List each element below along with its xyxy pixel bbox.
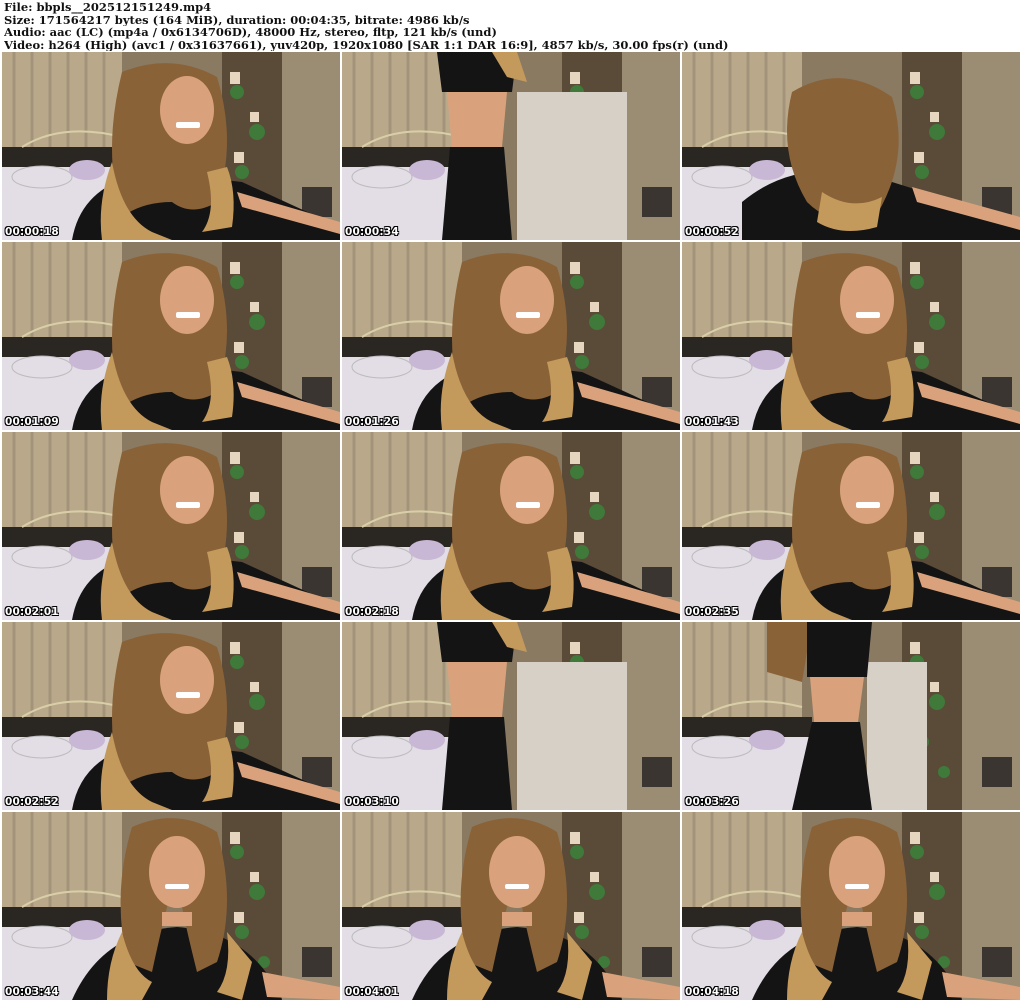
video-thumbnail: 00:03:10: [342, 622, 680, 810]
video-thumbnail: 00:02:35: [682, 432, 1020, 620]
video-thumbnail: 00:01:09: [2, 242, 340, 430]
video-thumbnail: 00:00:18: [2, 52, 340, 240]
thumbnail-timestamp: 00:04:18: [685, 986, 739, 998]
thumbnail-image: [682, 812, 1020, 1000]
thumbnail-timestamp: 00:02:18: [345, 606, 399, 618]
thumbnail-image: [342, 812, 680, 1000]
video-thumbnail: 00:04:18: [682, 812, 1020, 1000]
thumbnail-image: [342, 432, 680, 620]
video-thumbnail: 00:00:52: [682, 52, 1020, 240]
video-thumbnail: 00:00:34: [342, 52, 680, 240]
thumbnail-image: [682, 622, 1020, 810]
video-thumbnail: 00:03:26: [682, 622, 1020, 810]
thumbnail-timestamp: 00:01:43: [685, 416, 739, 428]
video-thumbnail: 00:02:01: [2, 432, 340, 620]
file-name-line: File: bbpls__202512151249.mp4: [4, 1, 212, 14]
size-info-line: Size: 171564217 bytes (164 MiB), duratio…: [4, 13, 470, 27]
thumbnail-timestamp: 00:00:52: [685, 226, 739, 238]
thumbnail-timestamp: 00:03:26: [685, 796, 739, 808]
thumbnail-image: [682, 432, 1020, 620]
file-info-header: File: bbpls__202512151249.mp4 Size: 1715…: [4, 1, 1020, 51]
thumbnail-grid: 00:00:18 00:00:34 00:00:52 00:01:09 00:0…: [2, 52, 1022, 1002]
video-thumbnail: 00:01:43: [682, 242, 1020, 430]
thumbnail-image: [2, 52, 340, 240]
thumbnail-timestamp: 00:03:44: [5, 986, 59, 998]
thumbnail-timestamp: 00:02:35: [685, 606, 739, 618]
thumbnail-timestamp: 00:01:26: [345, 416, 399, 428]
video-thumbnail: 00:04:01: [342, 812, 680, 1000]
thumbnail-timestamp: 00:01:09: [5, 416, 59, 428]
thumbnail-image: [342, 242, 680, 430]
thumbnail-image: [342, 622, 680, 810]
thumbnail-timestamp: 00:03:10: [345, 796, 399, 808]
thumbnail-timestamp: 00:00:34: [345, 226, 399, 238]
audio-info-line: Audio: aac (LC) (mp4a / 0x6134706D), 480…: [4, 26, 497, 39]
video-thumbnail: 00:01:26: [342, 242, 680, 430]
thumbnail-image: [2, 812, 340, 1000]
video-thumbnail: 00:03:44: [2, 812, 340, 1000]
video-thumbnail: 00:02:18: [342, 432, 680, 620]
thumbnail-timestamp: 00:02:52: [5, 796, 59, 808]
thumbnail-image: [342, 52, 680, 240]
thumbnail-image: [682, 52, 1020, 240]
video-thumbnail: 00:02:52: [2, 622, 340, 810]
thumbnail-image: [2, 432, 340, 620]
thumbnail-image: [2, 622, 340, 810]
video-info-line: Video: h264 (High) (avc1 / 0x31637661), …: [4, 38, 729, 52]
thumbnail-image: [682, 242, 1020, 430]
thumbnail-timestamp: 00:04:01: [345, 986, 399, 998]
thumbnail-timestamp: 00:00:18: [5, 226, 59, 238]
thumbnail-timestamp: 00:02:01: [5, 606, 59, 618]
thumbnail-image: [2, 242, 340, 430]
